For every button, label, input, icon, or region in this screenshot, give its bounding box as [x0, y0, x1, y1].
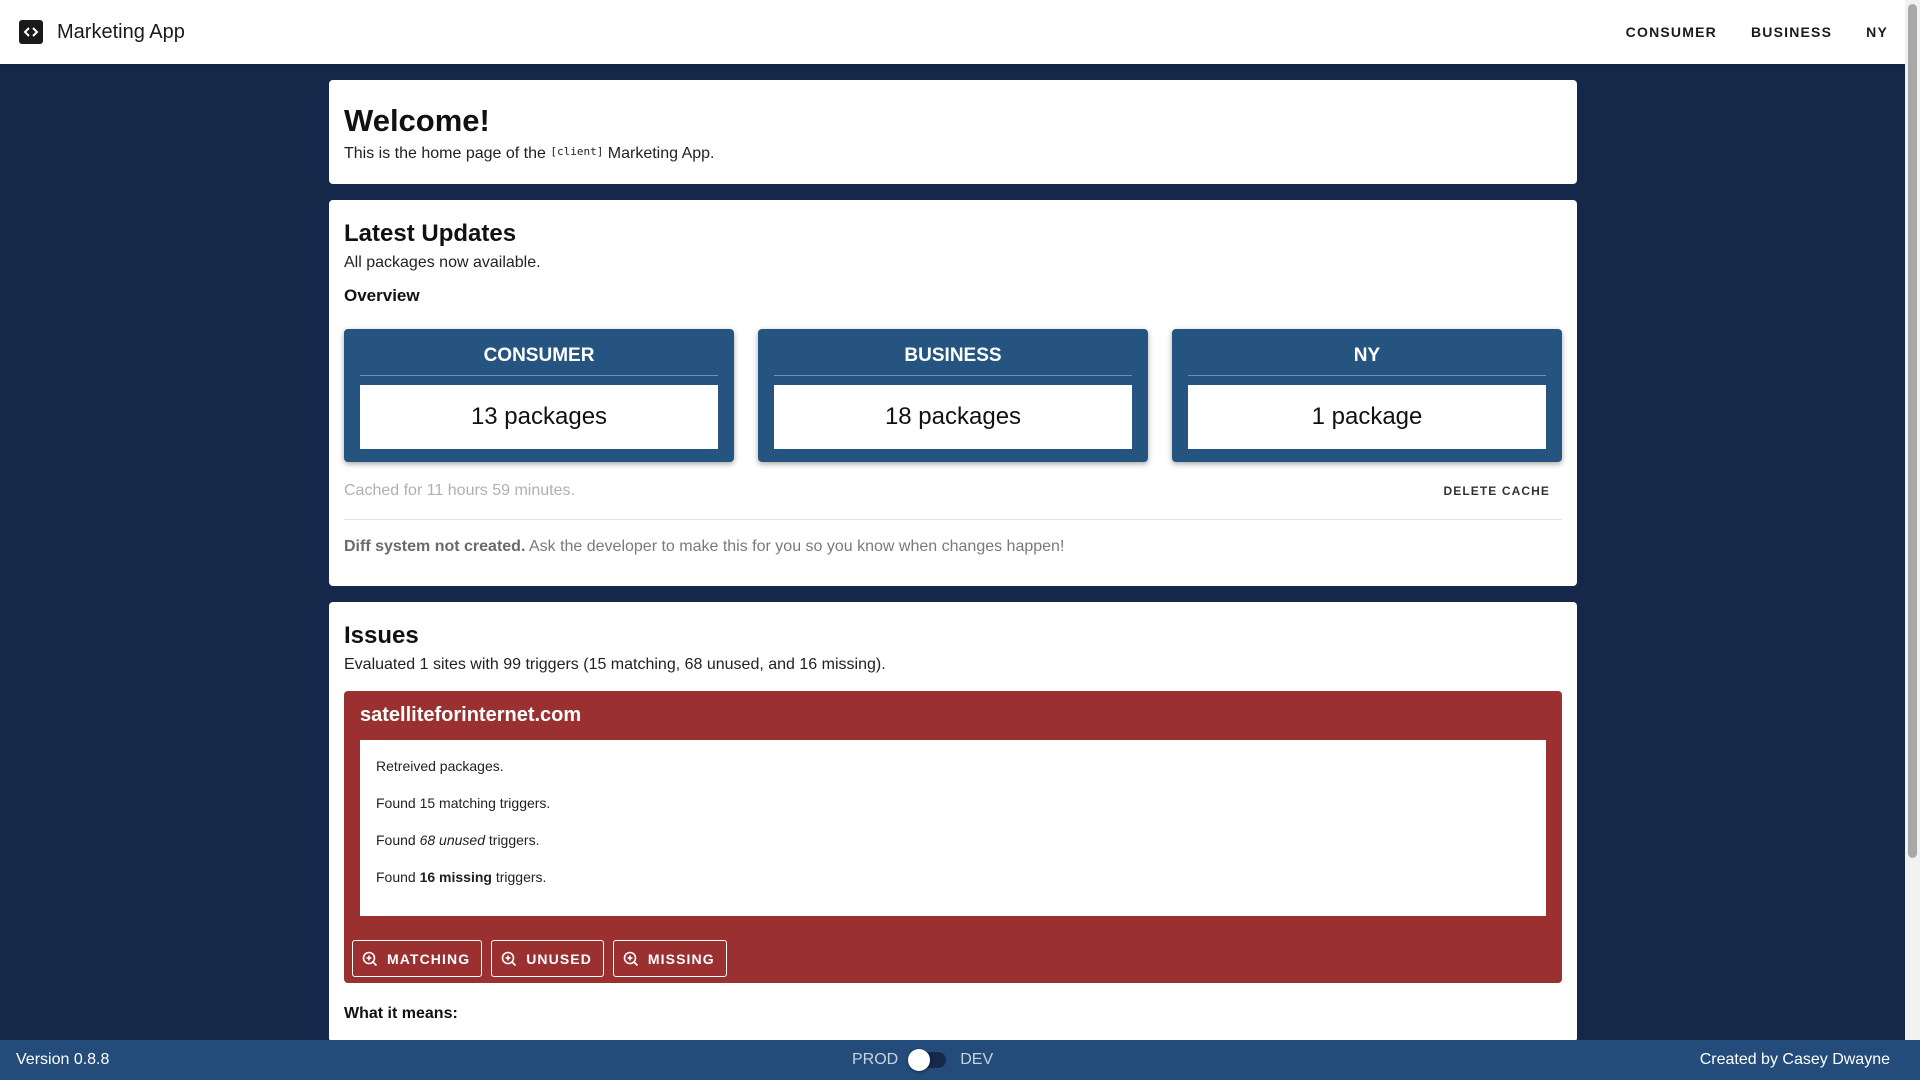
package-card-title: NY: [1188, 345, 1546, 376]
diff-notice-text: Ask the developer to make this for you s…: [525, 538, 1065, 555]
package-card-title: BUSINESS: [774, 345, 1132, 376]
environment-toggle[interactable]: [908, 1049, 947, 1071]
credit-label: Created by Casey Dwayne: [1699, 1051, 1890, 1068]
package-card-business: BUSINESS 18 packages: [758, 329, 1148, 462]
unused-button-label: UNUSED: [526, 950, 592, 967]
nav-business[interactable]: BUSINESS: [1734, 24, 1849, 40]
site-panel: satelliteforinternet.com Retreived packa…: [344, 691, 1562, 983]
updates-status: All packages now available.: [344, 254, 541, 271]
welcome-card: Welcome! This is the home page of the [c…: [329, 80, 1577, 184]
site-results: Retreived packages. Found 15 matching tr…: [360, 740, 1546, 916]
package-count: 18 packages: [774, 385, 1132, 449]
app-logo-icon[interactable]: [19, 20, 43, 44]
updates-title: Latest Updates: [344, 220, 517, 247]
environment-switch: PROD DEV: [852, 1049, 994, 1071]
site-actions: MATCHING UNUSED MISSING: [352, 940, 1546, 977]
package-count: 13 packages: [360, 385, 718, 449]
matching-button[interactable]: MATCHING: [352, 940, 483, 977]
top-nav: CONSUMER BUSINESS NY: [1609, 24, 1888, 40]
env-prod-label: PROD: [852, 1051, 899, 1068]
line-part: Found: [376, 869, 420, 885]
zoom-in-icon: [501, 951, 517, 966]
site-result-line: Found 16 missing triggers.: [376, 869, 1530, 885]
env-dev-label: DEV: [960, 1051, 994, 1068]
zoom-in-icon: [362, 951, 378, 966]
version-label: Version 0.8.8: [16, 1051, 110, 1068]
unused-count: 68 unused: [419, 832, 485, 848]
scrollbar-thumb[interactable]: [1908, 4, 1917, 858]
line-part: triggers.: [491, 869, 547, 885]
welcome-text: This is the home page of the [client] Ma…: [344, 145, 1562, 163]
nav-consumer[interactable]: CONSUMER: [1609, 24, 1734, 40]
delete-cache-button[interactable]: DELETE CACHE: [1443, 484, 1550, 498]
line-part: Found: [376, 832, 420, 848]
missing-button-label: MISSING: [647, 950, 715, 967]
latest-updates-card: Latest Updates All packages now availabl…: [329, 200, 1577, 586]
cache-row: Cached for 11 hours 59 minutes. DELETE C…: [344, 482, 1562, 500]
main-content: Welcome! This is the home page of the [c…: [329, 80, 1577, 1058]
overview-label: Overview: [344, 286, 420, 305]
welcome-text-before: This is the home page of the: [344, 145, 551, 162]
package-card-title: CONSUMER: [360, 345, 718, 376]
matching-button-label: MATCHING: [387, 950, 471, 967]
client-tag: [client]: [550, 145, 604, 158]
diff-notice: Diff system not created. Ask the develop…: [344, 538, 1562, 556]
line-part: triggers.: [485, 832, 540, 848]
package-card-ny: NY 1 package: [1172, 329, 1562, 462]
diff-notice-bold: Diff system not created.: [344, 538, 526, 555]
missing-button[interactable]: MISSING: [612, 940, 727, 977]
top-app-bar: Marketing App CONSUMER BUSINESS NY: [0, 0, 1920, 64]
package-count: 1 package: [1188, 385, 1546, 449]
site-result-line: Found 68 unused triggers.: [376, 832, 1530, 848]
issues-card: Issues Evaluated 1 sites with 99 trigger…: [329, 602, 1577, 1042]
site-result-line: Found 15 matching triggers.: [376, 795, 551, 811]
cache-status: Cached for 11 hours 59 minutes.: [344, 482, 575, 499]
page-scrollbar[interactable]: [1905, 0, 1920, 1040]
what-it-means-heading: What it means:: [344, 1005, 458, 1022]
missing-count: 16 missing: [419, 869, 492, 885]
welcome-title: Welcome!: [344, 103, 490, 138]
zoom-in-icon: [623, 951, 638, 966]
package-card-consumer: CONSUMER 13 packages: [344, 329, 734, 462]
app-title[interactable]: Marketing App: [57, 21, 185, 44]
welcome-text-after: Marketing App.: [603, 145, 715, 162]
toggle-knob[interactable]: [908, 1049, 931, 1071]
site-result-line: Retreived packages.: [376, 758, 504, 774]
unused-button[interactable]: UNUSED: [491, 940, 604, 977]
footer-bar: Version 0.8.8 PROD DEV Created by Casey …: [0, 1040, 1920, 1080]
site-name: satelliteforinternet.com: [360, 704, 582, 726]
nav-ny[interactable]: NY: [1849, 24, 1888, 40]
issues-summary: Evaluated 1 sites with 99 triggers (15 m…: [344, 656, 886, 673]
divider: [344, 519, 1562, 520]
issues-title: Issues: [344, 622, 419, 649]
package-overview: CONSUMER 13 packages BUSINESS 18 package…: [344, 329, 1562, 462]
